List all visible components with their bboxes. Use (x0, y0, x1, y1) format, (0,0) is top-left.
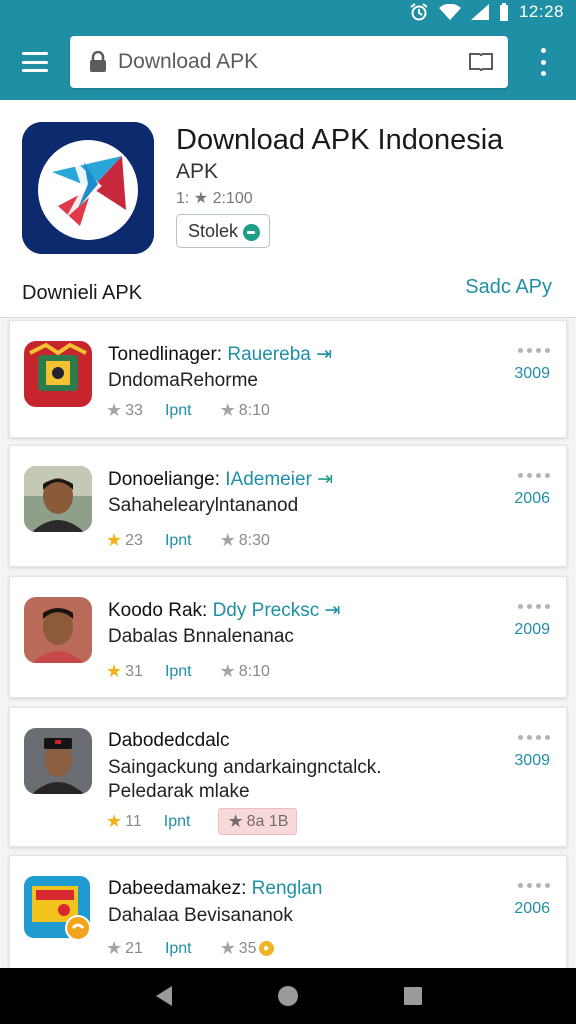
star-icon: ★ (227, 811, 244, 831)
app-rating: 1: ★ 2:100 (176, 190, 253, 207)
more-icon[interactable] (518, 735, 550, 740)
avatar (24, 466, 92, 532)
item-meta: ★ 31 Ipnt ★ 8:10 (106, 661, 270, 681)
item-count: 3009 (514, 365, 550, 382)
home-icon[interactable] (275, 983, 301, 1009)
item-title: Koodo Rak: Ddy Precksc ⇥ (108, 600, 341, 621)
status-time: 12:28 (518, 2, 564, 21)
list-item[interactable]: Dabeedamakez: Renglan Dahalaa Bevisanano… (9, 855, 567, 968)
item-title: Dabeedamakez: Renglan (108, 878, 323, 899)
app-title: Download APK Indonesia (176, 124, 504, 156)
coin-icon: ● (258, 941, 274, 956)
star-icon: ★ (106, 661, 123, 681)
item-title: Donoeliange: IAdemeier ⇥ (108, 469, 334, 490)
top-app-bar: 12:28 Download APK (0, 0, 576, 100)
app-subtitle: APK (176, 160, 219, 183)
item-description: Dahalaa Bevisananok (108, 905, 293, 926)
item-count: 3009 (514, 752, 550, 769)
star-icon: ★ (106, 938, 123, 958)
back-icon[interactable] (150, 983, 176, 1009)
item-description: DndomaRehorme (108, 370, 258, 391)
app-logo-icon (22, 122, 154, 254)
star-icon: ★ (106, 811, 123, 831)
list-item[interactable]: Dabodedcdalc Saingackung andarkaingnctal… (9, 707, 567, 847)
section-link[interactable]: Sadc APy (465, 276, 552, 299)
alarm-icon (410, 3, 428, 21)
avatar (24, 728, 92, 794)
item-description: Dabalas Bnnalenanac (108, 626, 294, 647)
more-icon[interactable] (518, 473, 550, 478)
signal-icon (470, 4, 489, 20)
recents-icon[interactable] (400, 983, 426, 1009)
stolek-button-label: Stolek (188, 220, 239, 241)
more-icon[interactable] (518, 604, 550, 609)
item-count: 2009 (514, 621, 550, 638)
item-meta: ★ 23 Ipnt ★ 8:30 (106, 530, 270, 550)
star-icon: ★ (106, 400, 123, 420)
lock-icon (90, 51, 106, 72)
app-thumbnail-icon (24, 341, 92, 407)
star-icon: ★ (219, 530, 236, 550)
star-icon: ★ (219, 400, 236, 420)
star-icon: ★ (219, 661, 236, 681)
battery-icon (499, 3, 508, 21)
item-title: Dabodedcdalc (108, 730, 230, 751)
more-icon[interactable] (518, 348, 550, 353)
reader-mode-icon[interactable] (468, 51, 494, 73)
stolek-button[interactable]: Stolek (176, 214, 270, 248)
url-text: Download APK (118, 50, 259, 73)
item-description: Sahahelearylntananod (108, 495, 299, 516)
app-header: Download APK Indonesia APK 1: ★ 2:100 St… (0, 100, 576, 318)
item-description: Saingackung andarkaingnctalck. Peledarak … (108, 757, 382, 802)
item-meta: ★ 33 Ipnt ★ 8:10 (106, 400, 270, 420)
item-title: Tonedlinager: Rauereba ⇥ (108, 344, 333, 365)
item-meta: ★ 21 Ipnt ★ 35 ● (106, 938, 274, 959)
list-item[interactable]: Koodo Rak: Ddy Precksc ⇥ Dabalas Bnnalen… (9, 576, 567, 698)
system-nav-bar (0, 968, 576, 1024)
url-bar[interactable]: Download APK (70, 36, 508, 88)
overflow-menu-icon[interactable] (536, 48, 550, 76)
star-icon: ★ (106, 530, 123, 550)
avatar (24, 597, 92, 663)
star-icon: ★ (219, 938, 236, 958)
list-item[interactable]: Tonedlinager: Rauereba ⇥ DndomaRehorme ★… (9, 320, 567, 438)
app-thumbnail-icon (24, 876, 92, 942)
item-count: 2006 (514, 490, 550, 507)
menu-icon[interactable] (20, 50, 50, 74)
item-count: 2006 (514, 900, 550, 917)
section-title: Downieli APK (22, 282, 143, 304)
list-item[interactable]: Donoeliange: IAdemeier ⇥ Sahahelearylnta… (9, 445, 567, 567)
wifi-icon (438, 4, 461, 20)
status-bar: 12:28 (0, 0, 576, 24)
more-icon[interactable] (518, 883, 550, 888)
add-icon (243, 224, 260, 241)
item-meta: ★ 11 Ipnt ★ 8a 1B (106, 808, 298, 835)
